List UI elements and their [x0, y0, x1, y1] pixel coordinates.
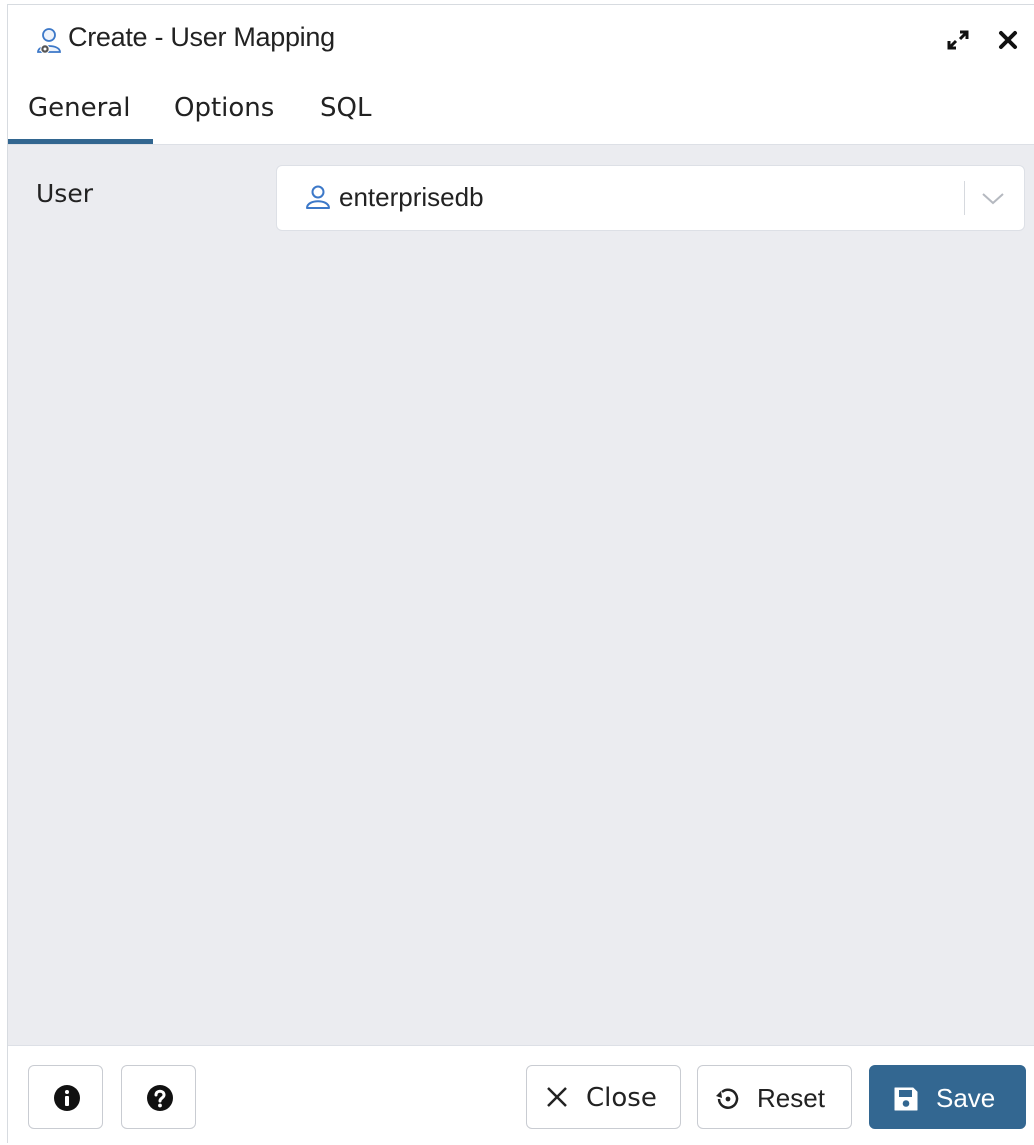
help-button[interactable]	[121, 1065, 196, 1129]
save-icon	[894, 1087, 918, 1111]
dialog-titlebar[interactable]: Create - User Mapping	[8, 5, 1034, 74]
maximize-icon[interactable]	[943, 25, 973, 55]
general-panel: User enterprisedb	[8, 145, 1034, 1045]
tab-options[interactable]: Options	[174, 73, 274, 144]
tab-general[interactable]: General	[28, 73, 130, 144]
info-button[interactable]	[28, 1065, 103, 1129]
user-icon	[306, 185, 330, 209]
help-icon	[147, 1085, 173, 1111]
tab-bar: General Options SQL	[8, 73, 1034, 145]
dialog-title: Create - User Mapping	[68, 22, 335, 52]
user-mapping-icon	[37, 28, 61, 54]
user-select-value: enterprisedb	[339, 182, 484, 212]
user-label: User	[36, 179, 93, 208]
create-user-mapping-dialog: Create - User Mapping General Options SQ…	[7, 4, 1034, 1145]
save-button-label: Save	[936, 1083, 996, 1113]
close-button-label: Close	[586, 1083, 657, 1113]
close-button[interactable]: Close	[526, 1065, 681, 1129]
user-select[interactable]: enterprisedb	[276, 165, 1025, 231]
close-x-icon	[547, 1087, 567, 1107]
close-icon[interactable]	[993, 25, 1023, 55]
active-tab-indicator	[8, 139, 153, 144]
reset-button[interactable]: Reset	[697, 1065, 852, 1129]
reset-icon	[716, 1088, 739, 1109]
select-divider	[964, 181, 965, 215]
tab-sql[interactable]: SQL	[320, 73, 371, 144]
reset-button-label: Reset	[757, 1083, 825, 1113]
dialog-footer: Close Reset Save	[8, 1045, 1034, 1145]
chevron-down-icon[interactable]	[979, 186, 1007, 210]
info-icon	[54, 1085, 80, 1111]
save-button[interactable]: Save	[869, 1065, 1026, 1129]
